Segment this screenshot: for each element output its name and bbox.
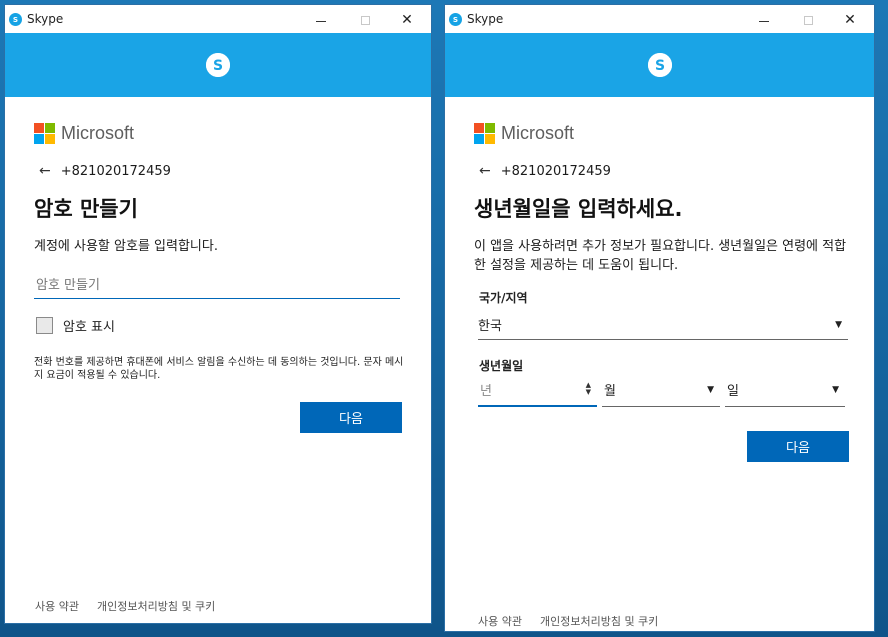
page-title: 암호 만들기 bbox=[34, 197, 138, 221]
day-select[interactable]: 일 ▼ bbox=[725, 373, 845, 407]
minimize-icon[interactable] bbox=[744, 9, 784, 31]
svg-text:S: S bbox=[13, 15, 18, 24]
privacy-link[interactable]: 개인정보처리방침 및 쿠키 bbox=[540, 613, 658, 629]
next-button[interactable]: 다음 bbox=[300, 402, 402, 433]
microsoft-logo-icon bbox=[34, 123, 55, 144]
title-bar[interactable]: S Skype ✕ bbox=[445, 5, 874, 33]
next-button[interactable]: 다음 bbox=[747, 431, 849, 462]
phone-number: +821020172459 bbox=[500, 163, 611, 179]
year-placeholder: 년 bbox=[480, 383, 492, 399]
back-link[interactable]: ← +821020172459 bbox=[479, 163, 611, 179]
skype-logo-icon: S bbox=[647, 53, 672, 77]
chevron-down-icon: ▼ bbox=[832, 384, 839, 395]
skype-logo-icon: S bbox=[206, 53, 230, 77]
month-select[interactable]: 월 ▼ bbox=[602, 373, 720, 407]
country-select[interactable]: 한국 ▼ bbox=[478, 310, 848, 340]
password-input[interactable] bbox=[34, 273, 400, 299]
skype-icon: S bbox=[449, 13, 462, 26]
birthdate-label: 생년월일 bbox=[479, 359, 524, 373]
country-label: 국가/지역 bbox=[479, 291, 528, 305]
microsoft-logo: Microsoft bbox=[474, 123, 574, 144]
back-link[interactable]: ← +821020172459 bbox=[39, 163, 171, 179]
microsoft-wordmark: Microsoft bbox=[61, 123, 135, 143]
country-value: 한국 bbox=[478, 319, 502, 334]
birthdate-fields: 년 ▲ ▼ 월 ▼ 일 ▼ bbox=[478, 373, 845, 407]
skype-icon: S bbox=[9, 13, 22, 26]
page-description: 계정에 사용할 암호를 입력합니다. bbox=[34, 239, 218, 254]
stepper-icon[interactable]: ▲ ▼ bbox=[586, 382, 591, 396]
arrow-left-icon[interactable]: ← bbox=[39, 163, 51, 179]
minimize-icon[interactable] bbox=[301, 9, 341, 31]
chevron-down-icon: ▼ bbox=[707, 384, 714, 395]
signup-content: Microsoft ← +821020172459 암호 만들기 계정에 사용할… bbox=[5, 97, 431, 623]
arrow-left-icon[interactable]: ← bbox=[479, 163, 491, 179]
skype-window-birthdate: S Skype ✕ S Microsoft ← +821020172459 생년… bbox=[444, 4, 875, 632]
skype-banner: S bbox=[445, 33, 874, 97]
chevron-down-icon: ▼ bbox=[835, 319, 842, 330]
sms-consent-notice: 전화 번호를 제공하면 휴대폰에 서비스 알림을 수신하는 데 동의하는 것입니… bbox=[34, 357, 404, 381]
close-icon[interactable]: ✕ bbox=[830, 9, 870, 31]
svg-text:S: S bbox=[213, 58, 223, 74]
terms-link[interactable]: 사용 약관 bbox=[478, 613, 522, 629]
svg-text:S: S bbox=[654, 58, 664, 74]
skype-window-create-password: S Skype ✕ S Microsoft ← +821020172459 암호… bbox=[4, 4, 432, 624]
window-title: Skype bbox=[27, 12, 64, 26]
close-icon[interactable]: ✕ bbox=[387, 9, 427, 31]
terms-link[interactable]: 사용 약관 bbox=[35, 598, 79, 614]
show-password-toggle[interactable]: 암호 표시 bbox=[36, 316, 115, 335]
microsoft-logo: Microsoft bbox=[34, 123, 134, 144]
show-password-checkbox[interactable] bbox=[36, 317, 53, 334]
month-value: 월 bbox=[604, 384, 616, 399]
show-password-label: 암호 표시 bbox=[63, 320, 115, 335]
page-title: 생년월일을 입력하세요. bbox=[474, 197, 683, 221]
day-value: 일 bbox=[727, 384, 739, 399]
page-description: 이 앱을 사용하려면 추가 정보가 필요합니다. 생년월일은 연령에 적합한 설… bbox=[474, 239, 847, 273]
footer-links: 사용 약관 개인정보처리방침 및 쿠키 bbox=[478, 613, 658, 629]
privacy-link[interactable]: 개인정보처리방침 및 쿠키 bbox=[97, 598, 215, 614]
phone-number: +821020172459 bbox=[60, 163, 171, 179]
svg-text:S: S bbox=[453, 15, 458, 24]
microsoft-logo-icon bbox=[474, 123, 495, 144]
title-bar[interactable]: S Skype ✕ bbox=[5, 5, 431, 33]
maximize-icon[interactable] bbox=[788, 9, 828, 31]
maximize-icon[interactable] bbox=[345, 9, 385, 31]
year-input[interactable]: 년 ▲ ▼ bbox=[478, 373, 597, 407]
footer-links: 사용 약관 개인정보처리방침 및 쿠키 bbox=[35, 598, 215, 614]
signup-content: Microsoft ← +821020172459 생년월일을 입력하세요. 이… bbox=[445, 97, 874, 631]
skype-banner: S bbox=[5, 33, 431, 97]
window-title: Skype bbox=[467, 12, 504, 26]
microsoft-wordmark: Microsoft bbox=[501, 123, 575, 143]
